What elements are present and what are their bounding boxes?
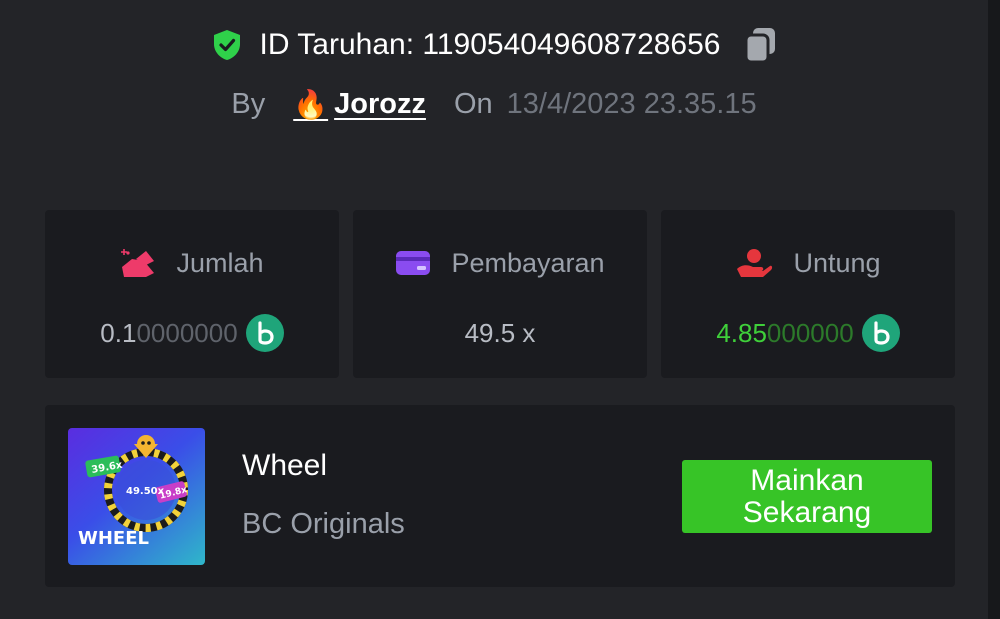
stat-amount-value: 0.1 [100,317,137,348]
amount-hand-icon [121,249,155,277]
stat-profit-label: Untung [793,247,881,278]
bet-id-value: 119054049608728656 [422,28,721,61]
on-label: On [453,87,493,120]
copy-icon[interactable] [743,26,779,64]
bet-stats: Jumlah 0.1 0000000 Pembayaran 49.5 x Unt… [45,210,955,378]
bet-id-label: ID Taruhan: [259,28,415,61]
username: Jorozz [334,87,426,120]
shield-check-icon [213,30,240,60]
bet-id-row: ID Taruhan: 119054049608728656 [0,22,988,68]
game-name[interactable]: Wheel [242,449,327,483]
game-card: 39.6x 49.50x 19.8x WHEEL Wheel BC Origin… [45,405,955,587]
stat-profit-value-decimals: 000000 [766,317,854,348]
play-now-button[interactable]: Mainkan Sekarang [682,460,932,533]
stat-payout: Pembayaran 49.5 x [353,210,647,378]
bet-datetime: 13/4/2023 23.35.15 [506,87,757,120]
game-provider: BC Originals [242,508,405,540]
profit-hand-icon [737,249,773,277]
stat-amount: Jumlah 0.1 0000000 [45,210,339,378]
stat-profit: Untung 4.85 000000 [661,210,955,378]
fire-icon: 🔥 [293,88,329,120]
stat-payout-label: Pembayaran [451,247,605,278]
thumb-title: WHEEL [78,528,149,549]
by-label: By [231,87,266,120]
stat-profit-value: 4.85 [716,317,767,348]
scrollbar-track[interactable] [988,0,1000,619]
bet-header: ID Taruhan: 119054049608728656 By 🔥 Joro… [0,22,988,124]
bet-meta-row: By 🔥 Jorozz On 13/4/2023 23.35.15 [0,84,988,124]
stat-amount-label: Jumlah [176,247,264,278]
bc-coin-icon [245,314,284,352]
game-thumbnail[interactable]: 39.6x 49.50x 19.8x WHEEL [68,428,205,565]
user-link[interactable]: 🔥 Jorozz [293,88,426,121]
bc-coin-icon [861,314,900,352]
card-icon [396,251,431,275]
stat-payout-value: 49.5 x [464,317,536,348]
stat-amount-value-decimals: 0000000 [136,317,238,348]
